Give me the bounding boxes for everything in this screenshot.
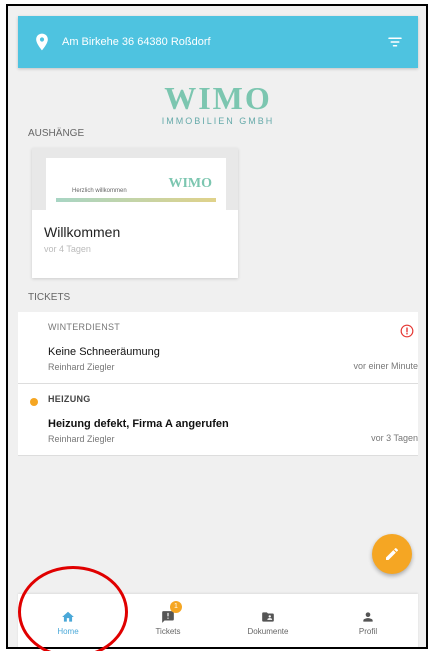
nav-tickets[interactable]: 1 Tickets [118,594,218,647]
create-ticket-button[interactable] [372,534,412,574]
alert-icon [400,324,414,338]
notice-image-logo: WIMO [168,176,212,191]
ticket-author: Reinhard Ziegler [48,434,115,444]
app-screen: Am Birkehe 36 64380 Roßdorf WIMO IMMOBIL… [18,16,418,647]
nav-tickets-label: Tickets [155,626,181,636]
ticket-row[interactable]: HEIZUNG Heizung defekt, Firma A angerufe… [18,384,418,456]
filter-icon[interactable] [386,33,404,51]
ticket-list: WINTERDIENST Keine Schneeräumung Reinhar… [18,312,418,456]
pencil-icon [386,547,398,560]
nav-documents-label: Dokumente [247,626,289,636]
folder-icon [262,611,274,622]
nav-documents[interactable]: Dokumente [218,594,318,647]
ticket-title: Keine Schneeräumung [48,346,160,358]
ticket-time: vor einer Minute [353,361,418,371]
section-label-notices: AUSHÄNGE [28,128,85,139]
ticket-category: WINTERDIENST [48,322,121,332]
tickets-badge: 1 [170,601,182,613]
notice-image-text: Herzlich willkommen [72,188,127,194]
section-label-tickets: TICKETS [28,292,71,303]
unread-dot-icon [30,398,38,406]
location-pin-icon [36,33,48,51]
ticket-category: HEIZUNG [48,394,91,404]
highlight-annotation [18,566,128,651]
company-logo: WIMO IMMOBILIEN GMBH [18,68,418,128]
screenshot-frame: Am Birkehe 36 64380 Roßdorf WIMO IMMOBIL… [6,4,428,649]
top-bar: Am Birkehe 36 64380 Roßdorf [18,16,418,68]
person-icon [363,611,373,622]
notice-card[interactable]: WIMO Herzlich willkommen Willkommen vor … [32,148,238,278]
nav-profile[interactable]: Profil [318,594,418,647]
notice-card-title: Willkommen [44,224,121,240]
nav-profile-label: Profil [358,626,378,636]
ticket-row[interactable]: WINTERDIENST Keine Schneeräumung Reinhar… [18,312,418,384]
logo-subtitle: IMMOBILIEN GMBH [161,116,275,126]
notice-card-age: vor 4 Tagen [44,244,91,254]
logo-word: WIMO [164,80,272,116]
address-label[interactable]: Am Birkehe 36 64380 Roßdorf [62,36,386,48]
notice-card-image: WIMO Herzlich willkommen [32,148,238,210]
ticket-time: vor 3 Tagen [371,433,418,443]
ticket-title: Heizung defekt, Firma A angerufen [48,418,229,430]
